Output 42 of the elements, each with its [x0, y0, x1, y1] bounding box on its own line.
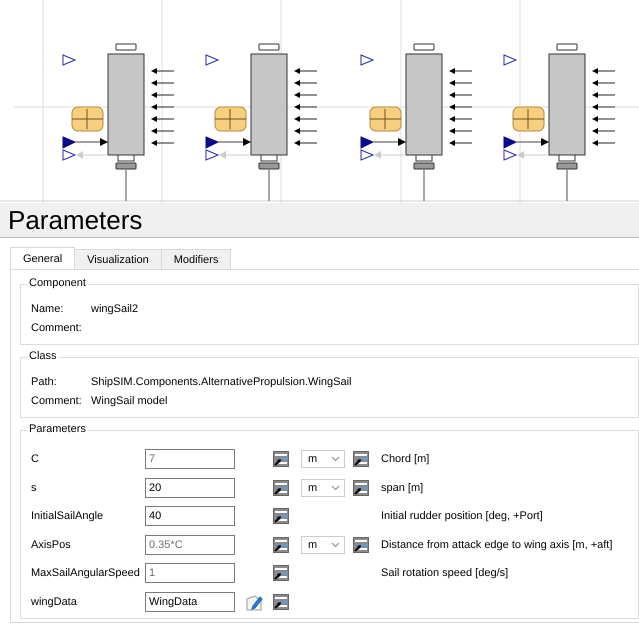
value-field[interactable]: 20 [145, 478, 235, 498]
field-label: Name: [31, 302, 64, 315]
field-label: Comment: [31, 395, 83, 408]
unit-dropdown[interactable]: m [301, 478, 345, 496]
value-field[interactable]: 40 [145, 506, 235, 526]
edit-pencil-icon[interactable] [245, 592, 263, 610]
field-label: Path: [31, 376, 58, 388]
chevron-icon [331, 456, 340, 462]
tab[interactable]: General [10, 247, 76, 269]
wing-sail-component-drawing[interactable] [504, 44, 616, 201]
parameter-description: Sail rotation speed [deg/s] [381, 567, 510, 579]
group-title: Parameters [27, 423, 88, 435]
group-title: Class [27, 350, 59, 362]
value-field[interactable]: 0.35*C [145, 534, 235, 554]
parameter-name: s [31, 482, 38, 494]
parameter-description: Chord [m] [381, 453, 430, 465]
parameter-name: C [31, 453, 40, 465]
parameter-name: MaxSailAngularSpeed [31, 567, 141, 579]
value-field[interactable]: WingData [145, 592, 235, 612]
parameter-description: span [m] [381, 482, 424, 494]
tab[interactable]: Visualization [74, 249, 162, 269]
group-title: Component [27, 277, 88, 289]
parameter-name: InitialSailAngle [31, 510, 104, 522]
unit-dropdown[interactable]: m [301, 450, 345, 468]
parameter-description: Initial rudder position [deg, +Port] [381, 510, 544, 522]
value-field[interactable]: 1 [145, 563, 235, 583]
chevron-icon [331, 542, 340, 548]
wing-sail-component-drawing[interactable] [360, 44, 472, 201]
chevron-icon [331, 484, 340, 490]
tab[interactable]: Modifiers [160, 249, 232, 269]
value-field[interactable]: 7 [145, 449, 235, 469]
field-value: ShipSIM.Components.AlternativePropulsion.WingSail [91, 376, 352, 388]
field-value: WingSail model [91, 395, 168, 408]
parameter-description: Distance from attack edge to wing axis [m, +aft] [381, 538, 614, 550]
field-label: Comment: [31, 322, 83, 334]
wing-sail-component-drawing[interactable] [206, 44, 318, 201]
dialog-title: Parameters [8, 205, 142, 235]
unit-dropdown[interactable]: m [301, 536, 345, 554]
field-value: wingSail2 [91, 302, 138, 315]
wing-sail-component-drawing[interactable] [62, 44, 174, 201]
parameter-name: wingData [31, 596, 78, 608]
parameter-name: AxisPos [31, 538, 72, 550]
